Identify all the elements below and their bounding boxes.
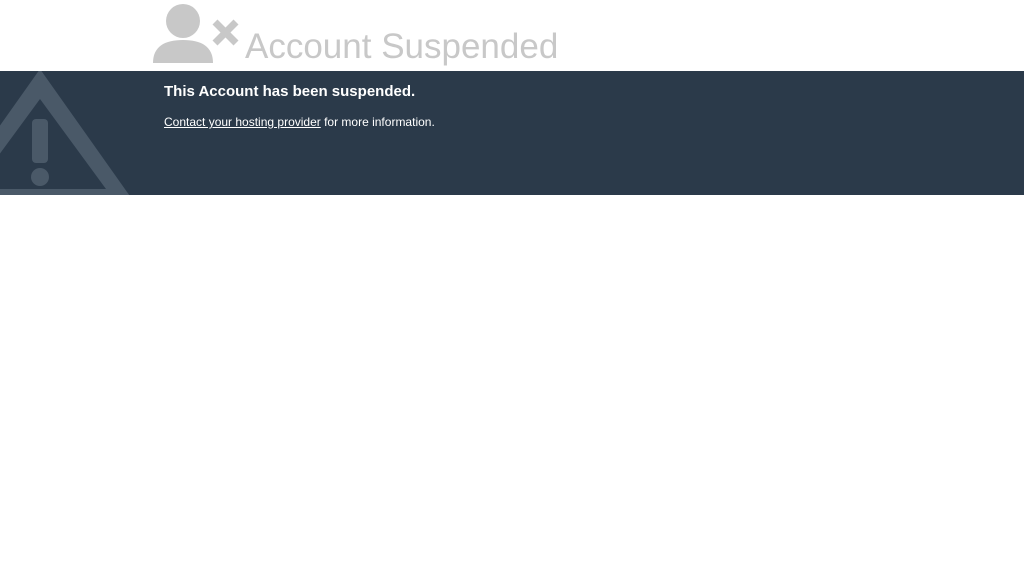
suspension-message: Contact your hosting provider for more i… (164, 115, 435, 129)
page-body (0, 195, 1024, 576)
header: Account Suspended (0, 0, 1024, 71)
page-title: Account Suspended (245, 27, 559, 66)
warning-icon (0, 71, 130, 195)
suspension-heading: This Account has been suspended. (164, 83, 416, 100)
contact-hosting-provider-link[interactable]: Contact your hosting provider (164, 115, 321, 129)
suspension-banner: This Account has been suspended. Contact… (0, 71, 1024, 195)
user-remove-icon (153, 4, 239, 63)
more-info-text: for more information. (320, 115, 435, 129)
